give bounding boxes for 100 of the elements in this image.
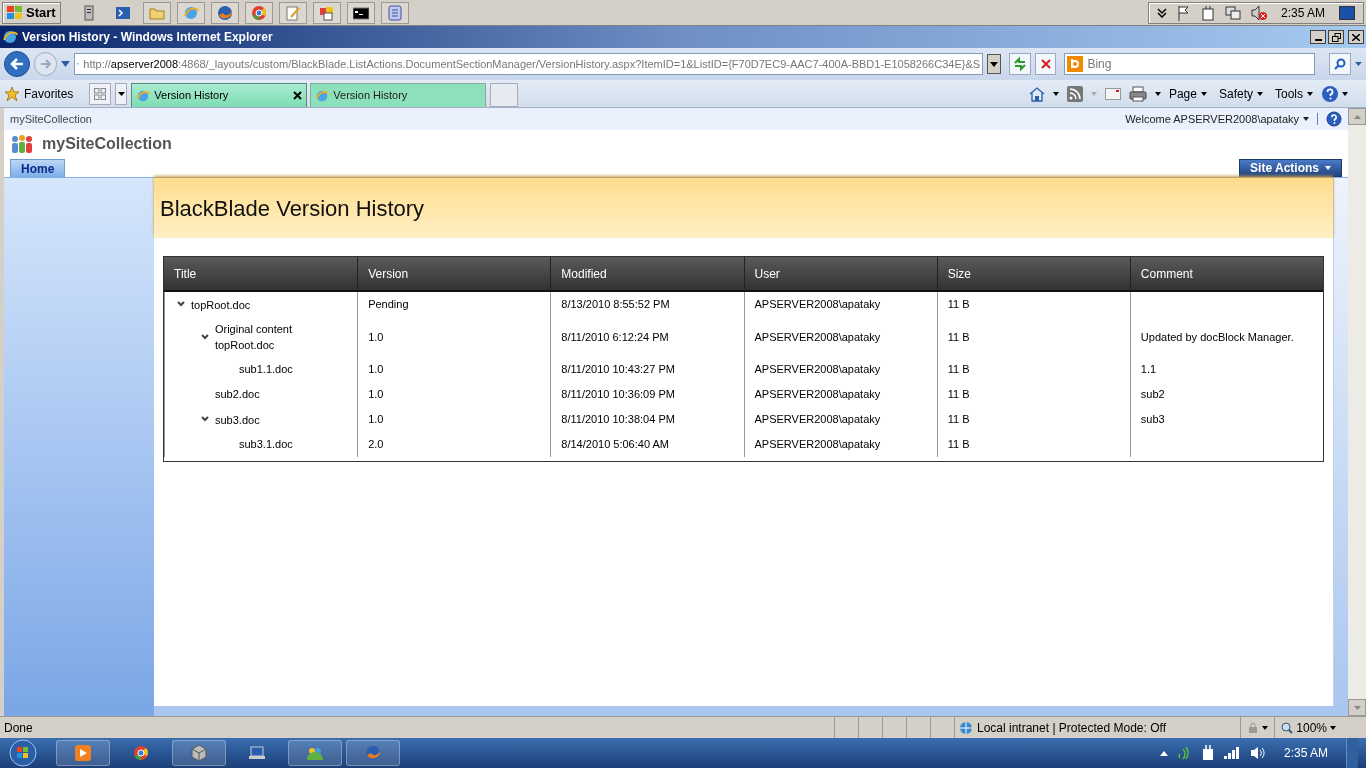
power-plug-icon[interactable] [1201,745,1214,761]
site-title[interactable]: mySiteCollection [42,132,172,156]
taskbar-button[interactable] [56,740,110,766]
star-icon [4,85,20,102]
help-icon[interactable] [1326,111,1342,127]
table-cell-text: 8/11/2010 10:43:27 PM [561,362,675,378]
envelope-icon[interactable] [1104,87,1121,100]
command-prompt-icon [352,4,369,21]
restore-icon [1331,32,1341,42]
table-cell-text: 8/11/2010 10:38:04 PM [561,412,675,428]
site-actions-menu[interactable]: Site Actions [1239,159,1342,177]
fox-globe-icon [364,744,382,762]
lock-icon [1247,721,1260,734]
close-button[interactable] [1348,30,1364,44]
power-plug-icon[interactable] [1200,4,1215,21]
speaker-icon[interactable] [1249,746,1266,760]
table-cell-text: 1.0 [368,362,384,378]
document-title: sub3.1.doc [239,438,293,451]
minimize-button[interactable] [1310,30,1326,44]
address-dropdown-button[interactable] [987,54,1001,74]
media-player-icon [74,744,92,762]
start-orb-icon[interactable] [8,739,38,767]
browser-tab[interactable]: Version History [131,83,308,107]
chevron-icon[interactable] [1156,7,1167,18]
browser-logo-icon [136,88,151,103]
table-cell-text: 8/11/2010 10:36:09 PM [561,387,675,403]
collapse-chevron-icon[interactable] [177,301,185,308]
taskbar-button[interactable] [346,740,400,766]
feed-icon[interactable] [1066,85,1083,102]
restore-button[interactable] [1328,30,1344,44]
grid-icon [94,87,107,100]
help-icon [1321,84,1339,103]
taskbar-button[interactable] [288,740,342,766]
quick-launch-button[interactable] [346,1,375,24]
cube-icon [190,744,208,762]
table-cell-text: 1.0 [368,387,384,403]
column-header[interactable]: User [743,257,937,290]
dropdown-arrow-icon[interactable] [1355,62,1362,66]
command-menu[interactable]: Page [1164,84,1211,103]
table-cell-text: APSERVER2008\apataky [754,297,881,313]
chrome-logo-icon [132,744,150,762]
caret-icon[interactable] [1052,91,1059,96]
command-menu[interactable]: Tools [1271,84,1317,103]
taskbar-button[interactable] [172,740,226,766]
nav-tab[interactable]: Home [10,159,66,177]
table-cell-text: 11 B [947,437,970,453]
start-button[interactable]: Start [2,1,61,24]
table-cell-text: 11 B [947,387,970,403]
browser-tab[interactable]: Version History [310,83,487,107]
refresh-button[interactable] [1008,53,1031,75]
table-cell-text: 11 B [947,297,970,313]
table-cell-text: 11 B [947,412,970,428]
breadcrumb-link[interactable]: mySiteCollection [10,110,92,128]
column-header[interactable]: Modified [550,257,744,290]
wireless-signal-icon[interactable] [1177,746,1192,760]
terminal-icon [114,4,131,21]
search-field[interactable]: Bing [1064,53,1316,75]
command-menu[interactable]: Safety [1214,84,1267,103]
table-cell-text: 8/11/2010 6:12:24 PM [561,329,669,345]
column-header[interactable]: Version [357,257,551,290]
column-header[interactable]: Title [164,257,358,290]
browser-logo-icon [315,88,330,103]
dropdown-arrow-icon [990,61,998,67]
address-field[interactable]: http://apserver2008:4868/_layouts/custom/BlackBlade.ListActions.DocumentSectionManager/VersionHistory.aspx?ItemID=1&ListID={F70D7EC9-AAC7-400A-BBD1-E1058266C34E}&S [74,53,984,75]
notepad-pencil-icon [284,4,301,21]
browser-logo-icon [2,29,18,45]
favorites-button[interactable]: Favorites [4,84,86,103]
browser-icon [182,4,199,21]
desktop-icon[interactable] [1339,5,1355,20]
dropdown-arrow-icon[interactable] [61,61,71,67]
stop-button[interactable] [1034,53,1057,75]
fox-globe-icon [216,4,233,21]
signal-bars-icon[interactable] [1223,747,1240,759]
close-icon[interactable] [293,91,303,100]
table-cell-text: APSERVER2008\apataky [754,437,881,453]
tab-list-button[interactable] [115,82,128,105]
search-button[interactable] [1329,53,1352,75]
table-cell-text: 1.1 [1140,362,1157,378]
search-engine-icon [1067,56,1084,72]
network-icon[interactable] [1224,4,1241,21]
column-header[interactable]: Size [936,257,1130,290]
table-cell-text: 1.0 [368,412,384,428]
refresh-arrows-icon [1012,57,1027,71]
collapse-chevron-icon[interactable] [201,416,209,423]
document-title: sub1.1.doc [239,363,293,376]
flag-icon[interactable] [1176,4,1191,21]
collapse-chevron-icon[interactable] [201,333,209,341]
colored-boxes-icon [318,4,335,21]
caret-icon [1303,117,1309,121]
table-cell-text: Updated by docBlock Manager. [1140,329,1294,345]
back-button[interactable] [4,51,30,77]
printer-icon[interactable] [1128,85,1147,102]
caret-icon[interactable] [1154,91,1161,96]
column-header[interactable]: Comment [1129,257,1323,290]
muted-speaker-icon[interactable] [1250,4,1267,21]
home-icon[interactable] [1028,85,1045,102]
caret-icon [1262,725,1269,730]
up-caret-icon[interactable] [1159,750,1168,756]
table-cell-text: APSERVER2008\apataky [754,362,881,378]
welcome-menu[interactable]: Welcome APSERVER2008\apataky [1125,110,1309,128]
